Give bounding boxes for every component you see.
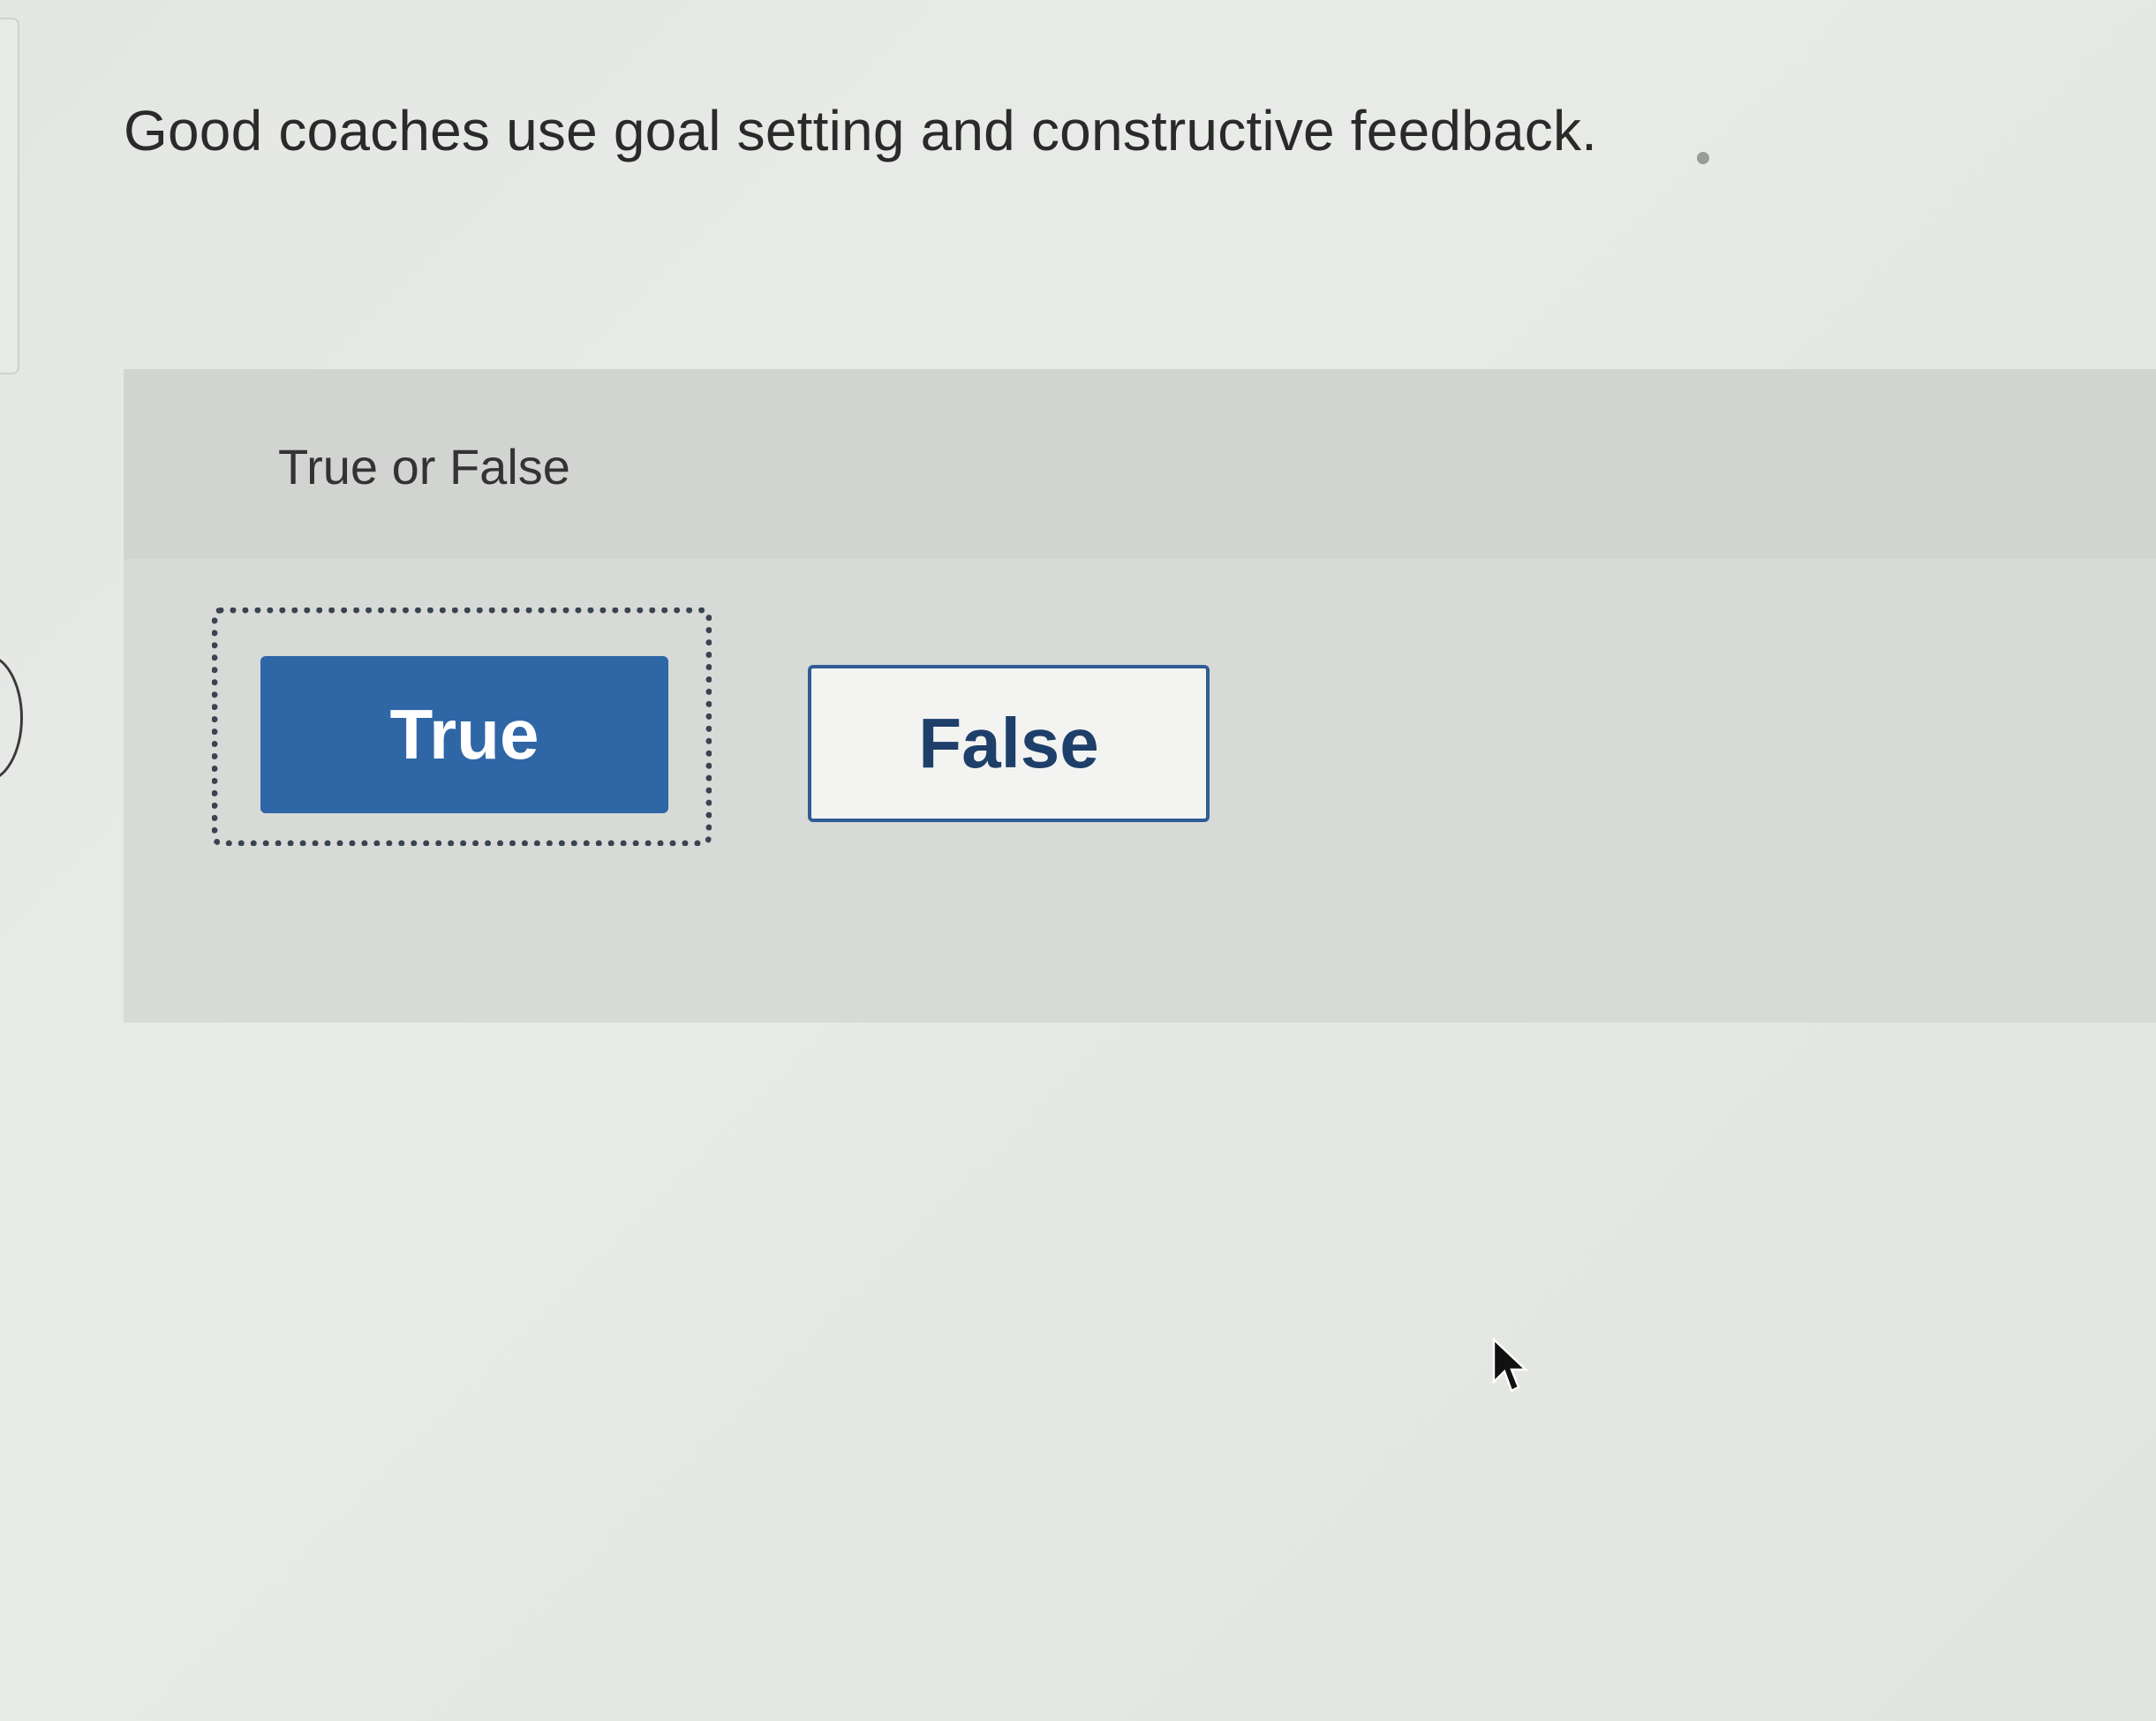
false-button[interactable]: False — [808, 665, 1210, 822]
left-edge-control — [0, 653, 23, 782]
answer-panel-header: True or False — [124, 369, 2156, 559]
question-marker-dot — [1697, 152, 1709, 164]
question-type-label: True or False — [278, 439, 570, 494]
left-edge-panel — [0, 18, 19, 374]
answer-panel: True or False True False — [124, 369, 2156, 1023]
question-prompt: Good coaches use goal setting and constr… — [124, 99, 1598, 162]
mouse-pointer-icon — [1492, 1338, 1529, 1393]
true-button[interactable]: True — [260, 656, 668, 813]
